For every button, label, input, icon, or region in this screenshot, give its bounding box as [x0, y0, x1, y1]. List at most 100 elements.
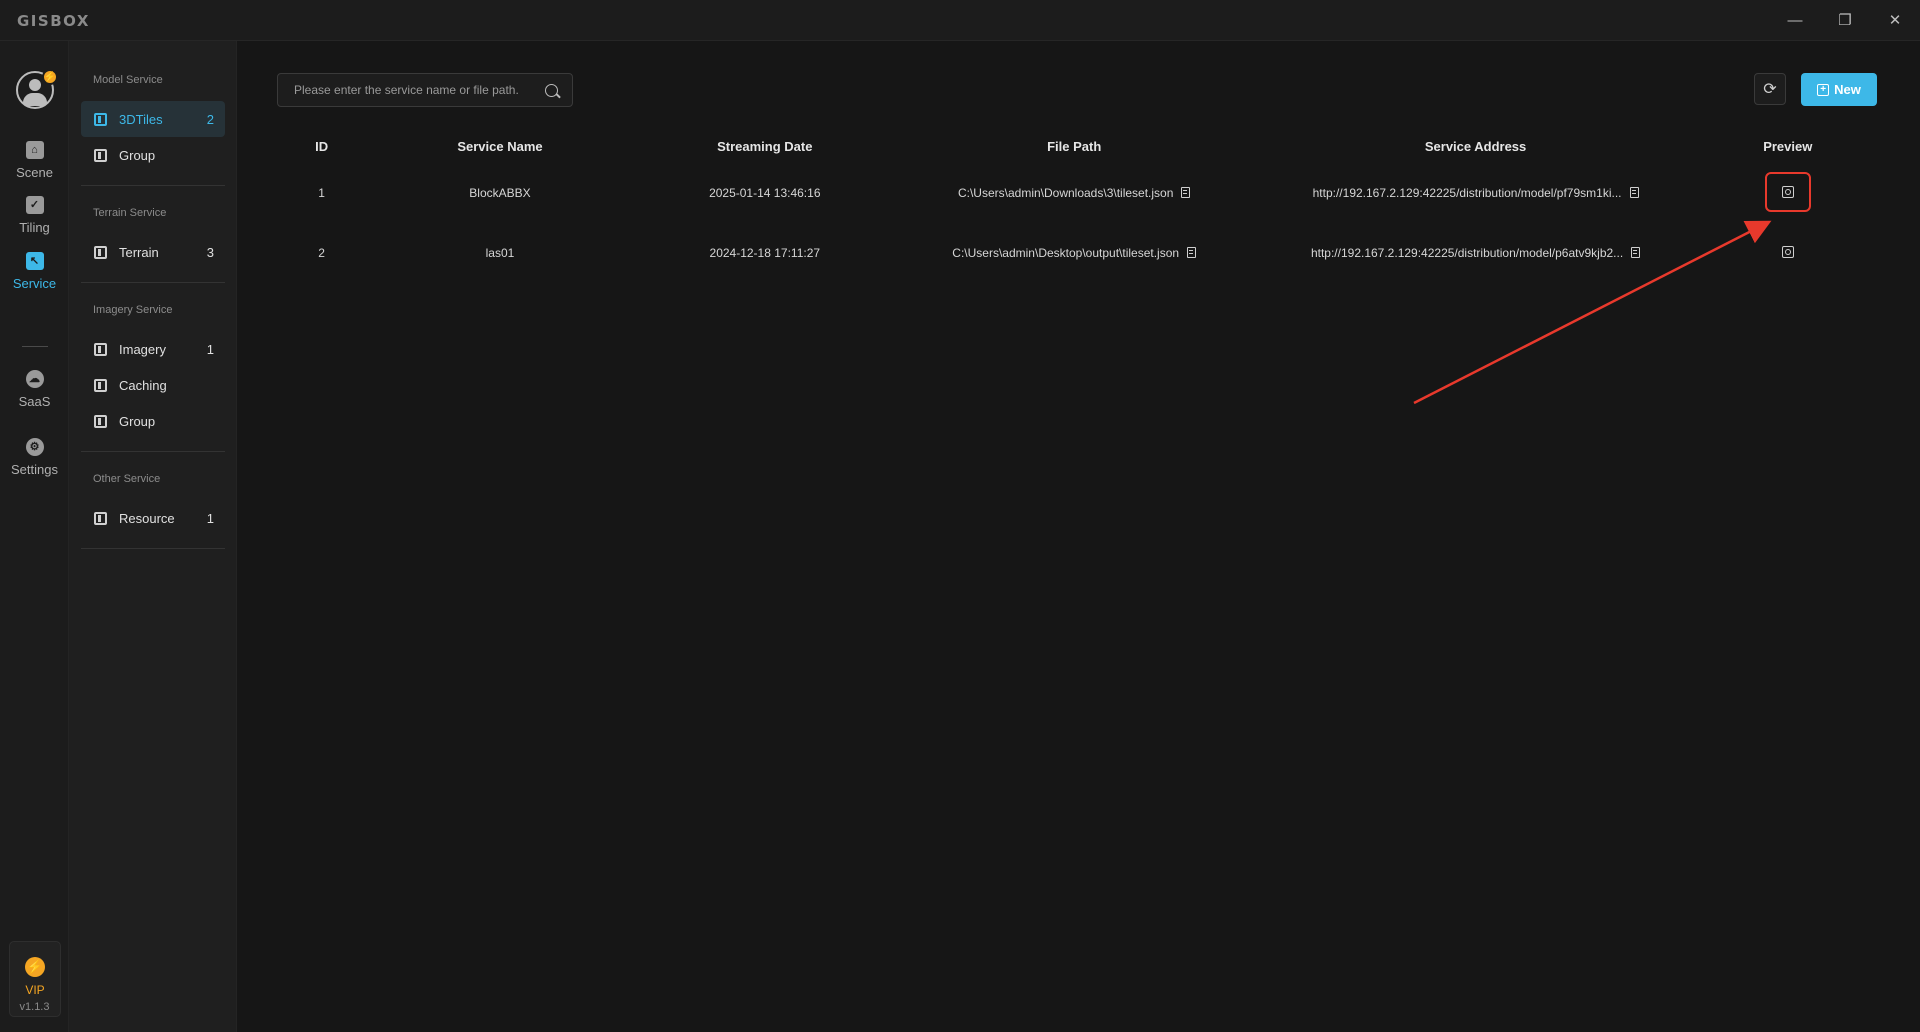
section-heading-imagery: Imagery Service: [93, 304, 173, 316]
cell-file-path: C:\Users\admin\Desktop\output\tileset.js…: [896, 223, 1253, 283]
column-header-preview: Preview: [1763, 138, 1813, 154]
sidebar-item-label: Group: [119, 147, 156, 163]
service-icon: ↖: [25, 252, 44, 270]
minimize-button[interactable]: —: [1778, 6, 1812, 34]
section-divider: [81, 282, 225, 283]
tiling-icon: ✓: [25, 196, 44, 214]
cell-service-name: las01: [485, 246, 515, 260]
preview-button[interactable]: [1765, 232, 1811, 272]
cell-file-path: C:\Users\admin\Downloads\3\tileset.json: [896, 163, 1253, 223]
close-button[interactable]: ✕: [1878, 6, 1912, 34]
lightning-badge-icon: ⚡: [42, 69, 58, 85]
title-bar: GISBOX — ❐ ✕: [0, 0, 1920, 41]
table-row: 1 BlockABBX 2025-01-14 13:46:16 C:\Users…: [277, 163, 1877, 223]
sidebar-item-label: Caching: [119, 377, 167, 393]
sidebar-item-imagery-group[interactable]: Group: [81, 403, 225, 439]
copy-address-icon[interactable]: [1629, 186, 1639, 198]
column-header-path: File Path: [1047, 138, 1102, 154]
left-rail: ⚡ ⌂ Scene ✓ Tiling ↖ Service ☁ SaaS ⚙ Se…: [0, 41, 69, 1032]
refresh-icon: ⟳: [1763, 81, 1777, 98]
refresh-button[interactable]: ⟳: [1754, 73, 1786, 105]
group-icon: [94, 414, 107, 428]
3dtiles-icon: [94, 112, 107, 126]
column-header-address: Service Address: [1424, 138, 1527, 154]
rail-item-label: Settings: [11, 462, 58, 477]
rail-item-service[interactable]: ↖ Service: [0, 252, 69, 291]
rail-item-saas[interactable]: ☁ SaaS: [0, 370, 69, 409]
saas-icon: ☁: [25, 370, 44, 388]
section-divider: [81, 451, 225, 452]
main-content: ⟳ + New ID Service Name Streaming Date F…: [237, 41, 1920, 1032]
file-path-text: C:\Users\admin\Desktop\output\tileset.js…: [952, 246, 1180, 260]
cell-preview: [1699, 163, 1877, 223]
rail-item-label: Tiling: [19, 220, 50, 235]
restore-button[interactable]: ❐: [1828, 6, 1862, 34]
imagery-icon: [94, 342, 107, 356]
cell-streaming-date: 2025-01-14 13:46:16: [709, 186, 821, 200]
copy-path-icon[interactable]: [1181, 187, 1191, 198]
preview-icon: [1781, 245, 1794, 258]
search-input[interactable]: [294, 74, 534, 106]
rail-item-tiling[interactable]: ✓ Tiling: [0, 196, 69, 235]
sidebar-item-caching[interactable]: Caching: [81, 367, 225, 403]
caching-icon: [94, 378, 107, 392]
avatar-body-shape: [23, 93, 47, 106]
cell-id: 2: [318, 246, 325, 260]
search-box: [277, 73, 573, 107]
file-path-text: C:\Users\admin\Downloads\3\tileset.json: [957, 186, 1174, 200]
terrain-icon: [94, 245, 107, 259]
sidebar-item-model-group[interactable]: Group: [81, 137, 225, 173]
table-header-row: ID Service Name Streaming Date File Path…: [277, 129, 1877, 163]
cell-id: 1: [318, 186, 325, 200]
cell-streaming-date: 2024-12-18 17:11:27: [709, 246, 821, 260]
section-heading-other: Other Service: [93, 473, 161, 485]
service-address-text[interactable]: http://192.167.2.129:42225/distribution/…: [1311, 246, 1623, 260]
column-header-date: Streaming Date: [717, 138, 813, 154]
annotation-highlight-box: [1764, 171, 1811, 212]
resource-icon: [94, 511, 107, 525]
copy-address-icon[interactable]: [1631, 246, 1641, 258]
app-logo: GISBOX: [17, 12, 90, 30]
sidebar-item-label: Resource: [119, 510, 175, 526]
item-count: 3: [206, 244, 214, 260]
column-header-name: Service Name: [457, 138, 543, 154]
new-service-button[interactable]: + New: [1801, 73, 1877, 106]
rail-item-scene[interactable]: ⌂ Scene: [0, 141, 69, 180]
sidebar-item-3dtiles[interactable]: 3DTiles 2: [81, 101, 225, 137]
service-sidebar: Model Service 3DTiles 2 Group Terrain Se…: [69, 41, 237, 1032]
services-table: ID Service Name Streaming Date File Path…: [277, 129, 1877, 283]
rail-item-settings[interactable]: ⚙ Settings: [0, 438, 69, 477]
sidebar-item-terrain[interactable]: Terrain 3: [81, 234, 225, 270]
copy-path-icon[interactable]: [1187, 247, 1197, 258]
lightning-icon: ⚡: [25, 957, 45, 977]
cell-preview: [1699, 223, 1877, 283]
cell-service-name: BlockABBX: [469, 186, 531, 200]
item-count: 1: [206, 510, 214, 526]
cell-service-address: http://192.167.2.129:42225/distribution/…: [1253, 163, 1699, 223]
item-count: 2: [206, 111, 214, 127]
table-row: 2 las01 2024-12-18 17:11:27 C:\Users\adm…: [277, 223, 1877, 283]
sidebar-item-resource[interactable]: Resource 1: [81, 500, 225, 536]
section-heading-model: Model Service: [93, 74, 163, 86]
rail-item-label: Scene: [16, 165, 53, 180]
avatar-head-shape: [29, 79, 41, 91]
sidebar-item-imagery[interactable]: Imagery 1: [81, 331, 225, 367]
rail-divider: [22, 346, 48, 347]
settings-icon: ⚙: [25, 438, 44, 456]
rail-item-label: SaaS: [18, 394, 51, 409]
sidebar-item-label: Group: [119, 413, 156, 429]
rail-item-label: Service: [12, 276, 57, 291]
section-divider: [81, 548, 225, 549]
search-icon[interactable]: [545, 84, 558, 97]
sidebar-item-label: 3DTiles: [119, 111, 163, 127]
new-button-label: New: [1834, 82, 1861, 97]
item-count: 1: [206, 341, 214, 357]
sidebar-item-label: Imagery: [119, 341, 166, 357]
service-address-text[interactable]: http://192.167.2.129:42225/distribution/…: [1313, 186, 1622, 200]
column-header-id: ID: [315, 138, 329, 154]
section-divider: [81, 185, 225, 186]
section-heading-terrain: Terrain Service: [93, 207, 167, 219]
preview-button[interactable]: [1764, 171, 1811, 212]
sidebar-item-label: Terrain: [119, 244, 159, 260]
group-icon: [94, 148, 107, 162]
